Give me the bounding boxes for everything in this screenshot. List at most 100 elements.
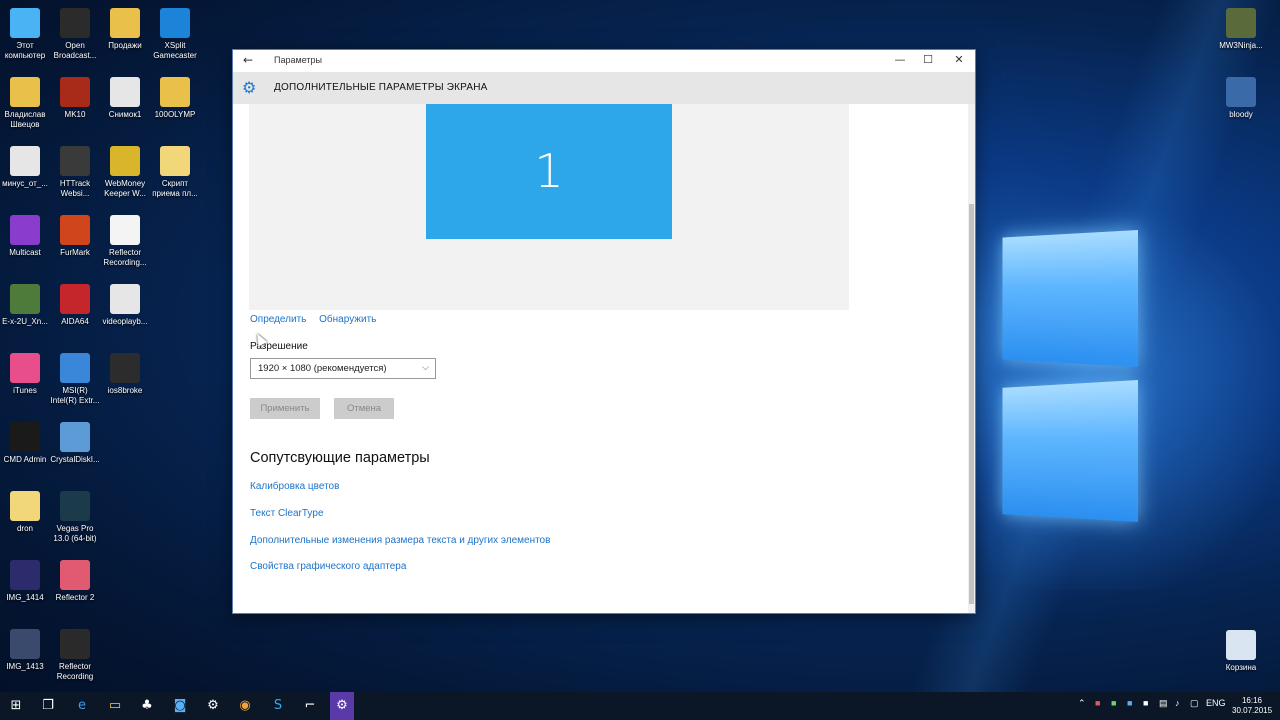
desktop-icon-image bbox=[10, 77, 40, 107]
tray-expand-icon[interactable]: ⌃ bbox=[1078, 698, 1086, 709]
tray-app-icon[interactable]: ■ bbox=[1111, 698, 1116, 708]
desktop-icon-label: Vegas Pro 13.0 (64-bit) bbox=[53, 524, 97, 543]
desktop-icon[interactable]: CrystalDiskI... bbox=[50, 422, 100, 465]
desktop-icon-image bbox=[160, 146, 190, 176]
desktop-icon-image bbox=[10, 491, 40, 521]
desktop-icon-image bbox=[10, 284, 40, 314]
notifications-icon[interactable]: ▢ bbox=[1190, 698, 1199, 709]
desktop-icon-label: ios8broke bbox=[107, 386, 143, 395]
resolution-select[interactable]: 1920 × 1080 (рекомендуется) ⌵ bbox=[250, 358, 436, 379]
desktop-icon[interactable]: HTTrack Websi... bbox=[50, 146, 100, 199]
desktop-icon[interactable]: FurMark bbox=[50, 215, 100, 258]
file-explorer-icon[interactable]: ▭ bbox=[105, 696, 125, 716]
desktop-icon-image bbox=[110, 8, 140, 38]
windows-logo-pane-top bbox=[1002, 230, 1138, 367]
start-windows-icon[interactable]: ⊞ bbox=[6, 696, 26, 716]
window-title: Параметры bbox=[274, 55, 322, 65]
desktop-icon[interactable]: ios8broke bbox=[100, 353, 150, 396]
minimize-icon[interactable]: — bbox=[885, 53, 915, 66]
desktop-icon-image bbox=[10, 215, 40, 245]
apply-button[interactable]: Применить bbox=[250, 398, 320, 419]
desktop-icon-label: XSplit Gamecaster bbox=[153, 41, 197, 60]
desktop-icon-label: Снимок1 bbox=[108, 110, 142, 119]
desktop-icon[interactable]: минус_от_... bbox=[0, 146, 50, 189]
desktop-icon-label: CrystalDiskI... bbox=[50, 455, 100, 464]
clock[interactable]: 16:16 30.07.2015 bbox=[1232, 696, 1272, 716]
identify-link[interactable]: Определить bbox=[250, 314, 306, 325]
skype-icon[interactable]: S bbox=[268, 696, 288, 716]
desktop-icon-label: 100OLYMP bbox=[154, 110, 196, 119]
tray-app-icon[interactable]: ■ bbox=[1095, 698, 1100, 708]
cleartype-link[interactable]: Текст ClearType bbox=[250, 508, 324, 519]
desktop-icon-image bbox=[60, 560, 90, 590]
desktop-icon[interactable]: Скрипт приема пл... bbox=[150, 146, 200, 199]
windows-logo-pane-bottom bbox=[1002, 380, 1138, 522]
desktop-icon[interactable]: E-x-2U_Xn... bbox=[0, 284, 50, 327]
gear-icon: ⚙ bbox=[242, 78, 257, 97]
steam-icon[interactable]: ⚙ bbox=[203, 696, 223, 716]
chrome-icon[interactable]: ◉ bbox=[235, 696, 255, 716]
desktop-icon-label: AIDA64 bbox=[61, 317, 89, 326]
desktop-icon[interactable]: dron bbox=[0, 491, 50, 534]
desktop-icon[interactable]: CMD Admin bbox=[0, 422, 50, 465]
monitor-1-tile[interactable]: 1 bbox=[426, 104, 672, 239]
desktop-icon-image bbox=[110, 215, 140, 245]
cancel-button[interactable]: Отмена bbox=[334, 398, 394, 419]
network-icon[interactable]: ▤ bbox=[1159, 698, 1168, 709]
app-icon[interactable]: ⌐ bbox=[300, 696, 320, 716]
tray-app-icon[interactable]: ■ bbox=[1143, 698, 1148, 708]
display-actions: Определить Обнаружить bbox=[250, 314, 386, 325]
back-arrow-icon[interactable]: ← bbox=[243, 53, 253, 67]
desktop-icon[interactable]: MK10 bbox=[50, 77, 100, 120]
scrollbar[interactable] bbox=[968, 104, 975, 613]
volume-icon[interactable]: ♪ bbox=[1175, 698, 1180, 708]
related-settings-title: Сопутсвующие параметры bbox=[250, 450, 430, 466]
desktop-icon[interactable]: Reflector 2 bbox=[50, 560, 100, 603]
desktop-icon-label: E-x-2U_Xn... bbox=[2, 317, 48, 326]
desktop-icon[interactable]: Open Broadcast... bbox=[50, 8, 100, 61]
desktop-icon[interactable]: Vegas Pro 13.0 (64-bit) bbox=[50, 491, 100, 544]
task-view-icon[interactable]: ❐ bbox=[38, 696, 58, 716]
desktop-icon[interactable]: videoplayb... bbox=[100, 284, 150, 327]
desktop-icon[interactable]: MW3Ninja... bbox=[1216, 8, 1266, 51]
edge-browser-icon[interactable]: e bbox=[72, 696, 92, 716]
desktop-icon-label: FurMark bbox=[60, 248, 90, 257]
close-icon[interactable]: ✕ bbox=[944, 53, 974, 66]
taskbar: ⊞ ❐ e ▭ ♣ ◙ ⚙ ◉ S ⌐ ⚙ ⌃ ■ ■ ■ ■ ▤ ♪ ▢ EN… bbox=[0, 692, 1280, 720]
desktop-icon[interactable]: bloody bbox=[1216, 77, 1266, 120]
maximize-icon[interactable]: ☐ bbox=[913, 53, 943, 66]
desktop-icon-label: WebMoney Keeper W... bbox=[104, 179, 146, 198]
desktop-icon-image bbox=[10, 560, 40, 590]
graphics-adapter-link[interactable]: Свойства графического адаптера bbox=[250, 561, 406, 572]
detect-link[interactable]: Обнаружить bbox=[319, 314, 376, 325]
app-icon[interactable]: ♣ bbox=[137, 696, 157, 716]
desktop-icon[interactable]: Продажи bbox=[100, 8, 150, 51]
desktop-icon[interactable]: IMG_1413 bbox=[0, 629, 50, 672]
desktop-icon-image bbox=[60, 422, 90, 452]
desktop-icon[interactable]: MSI(R) Intel(R) Extr... bbox=[50, 353, 100, 406]
desktop-icon[interactable]: IMG_1414 bbox=[0, 560, 50, 603]
desktop-icon[interactable]: Multicast bbox=[0, 215, 50, 258]
settings-taskbar-icon[interactable]: ⚙ bbox=[330, 692, 354, 720]
desktop-icon[interactable]: Reflector Recording... bbox=[100, 215, 150, 268]
desktop-icon[interactable]: XSplit Gamecaster bbox=[150, 8, 200, 61]
tray-app-icon[interactable]: ■ bbox=[1127, 698, 1132, 708]
desktop-icon-image bbox=[10, 629, 40, 659]
desktop-icon[interactable]: 100OLYMP bbox=[150, 77, 200, 120]
text-size-link[interactable]: Дополнительные изменения размера текста … bbox=[250, 535, 550, 546]
desktop-icon-label: IMG_1413 bbox=[6, 662, 44, 671]
window-titlebar[interactable]: ← Параметры — ☐ ✕ bbox=[233, 50, 975, 72]
desktop-icon[interactable]: Корзина bbox=[1216, 630, 1266, 673]
desktop-icon[interactable]: iTunes bbox=[0, 353, 50, 396]
app-icon[interactable]: ◙ bbox=[170, 696, 190, 716]
desktop-icon[interactable]: Reflector Recording bbox=[50, 629, 100, 682]
language-indicator[interactable]: ENG bbox=[1206, 698, 1226, 708]
scrollbar-thumb[interactable] bbox=[969, 204, 974, 604]
color-calibration-link[interactable]: Калибровка цветов bbox=[250, 481, 339, 492]
desktop-icon[interactable]: Владислав Швецов bbox=[0, 77, 50, 130]
desktop-icon[interactable]: Этот компьютер bbox=[0, 8, 50, 61]
desktop-icon-label: bloody bbox=[1229, 110, 1253, 119]
desktop-icon[interactable]: AIDA64 bbox=[50, 284, 100, 327]
desktop-icon[interactable]: WebMoney Keeper W... bbox=[100, 146, 150, 199]
desktop-icon[interactable]: Снимок1 bbox=[100, 77, 150, 120]
